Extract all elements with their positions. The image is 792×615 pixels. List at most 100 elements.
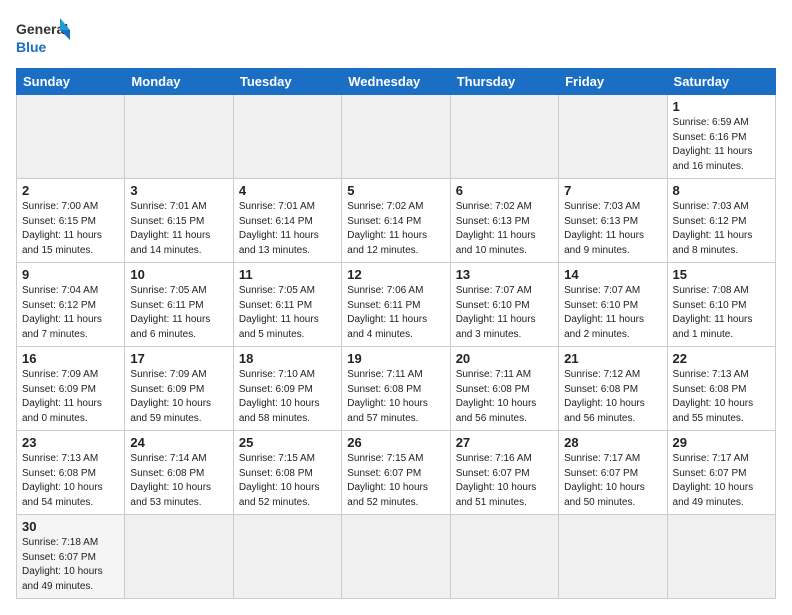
day-number: 1	[673, 99, 770, 114]
day-number: 26	[347, 435, 444, 450]
weekday-header-saturday: Saturday	[667, 69, 775, 95]
calendar-cell	[667, 515, 775, 599]
day-info: Sunrise: 7:02 AM Sunset: 6:13 PM Dayligh…	[456, 200, 553, 258]
weekday-header-monday: Monday	[125, 69, 233, 95]
day-info: Sunrise: 7:17 AM Sunset: 6:07 PM Dayligh…	[673, 452, 770, 510]
logo-svg: General Blue	[16, 16, 71, 58]
day-number: 24	[130, 435, 227, 450]
calendar-cell: 11Sunrise: 7:05 AM Sunset: 6:11 PM Dayli…	[233, 263, 341, 347]
calendar-cell: 25 Sunrise: 7:15 AM Sunset: 6:08 PM Dayli…	[233, 431, 341, 515]
calendar-cell: 10 Sunrise: 7:05 AM Sunset: 6:11 PM Dayli…	[125, 263, 233, 347]
day-info: Sunrise: 7:08 AM Sunset: 6:10 PM Dayligh…	[673, 284, 770, 342]
calendar-cell	[125, 515, 233, 599]
calendar-week-row-5: 30Sunrise: 7:18 AM Sunset: 6:07 PM Dayli…	[17, 515, 776, 599]
day-info: Sunrise: 6:59 AM Sunset: 6:16 PM Dayligh…	[673, 116, 770, 174]
calendar-cell: 3 Sunrise: 7:01 AM Sunset: 6:15 PM Daylig…	[125, 179, 233, 263]
calendar-cell: 13 Sunrise: 7:07 AM Sunset: 6:10 PM Dayli…	[450, 263, 558, 347]
day-number: 29	[673, 435, 770, 450]
day-info: Sunrise: 7:10 AM Sunset: 6:09 PM Dayligh…	[239, 368, 336, 426]
day-number: 4	[239, 183, 336, 198]
day-info: Sunrise: 7:03 AM Sunset: 6:13 PM Dayligh…	[564, 200, 661, 258]
day-info: Sunrise: 7:05 AM Sunset: 6:11 PM Dayligh…	[130, 284, 227, 342]
day-number: 21	[564, 351, 661, 366]
calendar-cell: 2Sunrise: 7:00 AM Sunset: 6:15 PM Daylig…	[17, 179, 125, 263]
day-number: 18	[239, 351, 336, 366]
page-header: General Blue	[16, 16, 776, 58]
calendar-cell	[17, 95, 125, 179]
day-number: 7	[564, 183, 661, 198]
calendar-cell	[559, 515, 667, 599]
day-number: 6	[456, 183, 553, 198]
calendar-cell: 15Sunrise: 7:08 AM Sunset: 6:10 PM Dayli…	[667, 263, 775, 347]
day-number: 17	[130, 351, 227, 366]
calendar-cell: 1 Sunrise: 6:59 AM Sunset: 6:16 PM Daylig…	[667, 95, 775, 179]
day-info: Sunrise: 7:02 AM Sunset: 6:14 PM Dayligh…	[347, 200, 444, 258]
day-info: Sunrise: 7:09 AM Sunset: 6:09 PM Dayligh…	[130, 368, 227, 426]
day-number: 28	[564, 435, 661, 450]
day-number: 3	[130, 183, 227, 198]
calendar-week-row-3: 16Sunrise: 7:09 AM Sunset: 6:09 PM Dayli…	[17, 347, 776, 431]
day-number: 22	[673, 351, 770, 366]
day-info: Sunrise: 7:11 AM Sunset: 6:08 PM Dayligh…	[456, 368, 553, 426]
day-number: 13	[456, 267, 553, 282]
weekday-header-wednesday: Wednesday	[342, 69, 450, 95]
day-number: 10	[130, 267, 227, 282]
day-info: Sunrise: 7:06 AM Sunset: 6:11 PM Dayligh…	[347, 284, 444, 342]
calendar-cell: 17 Sunrise: 7:09 AM Sunset: 6:09 PM Dayli…	[125, 347, 233, 431]
day-info: Sunrise: 7:14 AM Sunset: 6:08 PM Dayligh…	[130, 452, 227, 510]
weekday-header-tuesday: Tuesday	[233, 69, 341, 95]
calendar-cell: 21 Sunrise: 7:12 AM Sunset: 6:08 PM Dayli…	[559, 347, 667, 431]
day-number: 20	[456, 351, 553, 366]
calendar-cell	[342, 95, 450, 179]
calendar-week-row-2: 9 Sunrise: 7:04 AM Sunset: 6:12 PM Daylig…	[17, 263, 776, 347]
weekday-header-sunday: Sunday	[17, 69, 125, 95]
calendar-cell: 19Sunrise: 7:11 AM Sunset: 6:08 PM Dayli…	[342, 347, 450, 431]
calendar-cell	[450, 515, 558, 599]
calendar-cell	[233, 95, 341, 179]
day-info: Sunrise: 7:07 AM Sunset: 6:10 PM Dayligh…	[456, 284, 553, 342]
day-info: Sunrise: 7:12 AM Sunset: 6:08 PM Dayligh…	[564, 368, 661, 426]
calendar-cell: 20 Sunrise: 7:11 AM Sunset: 6:08 PM Dayli…	[450, 347, 558, 431]
day-info: Sunrise: 7:13 AM Sunset: 6:08 PM Dayligh…	[673, 368, 770, 426]
day-info: Sunrise: 7:15 AM Sunset: 6:08 PM Dayligh…	[239, 452, 336, 510]
day-info: Sunrise: 7:01 AM Sunset: 6:15 PM Dayligh…	[130, 200, 227, 258]
day-info: Sunrise: 7:09 AM Sunset: 6:09 PM Dayligh…	[22, 368, 119, 426]
calendar-cell: 16Sunrise: 7:09 AM Sunset: 6:09 PM Dayli…	[17, 347, 125, 431]
calendar-table: SundayMondayTuesdayWednesdayThursdayFrid…	[16, 68, 776, 599]
calendar-cell: 7 Sunrise: 7:03 AM Sunset: 6:13 PM Daylig…	[559, 179, 667, 263]
logo: General Blue	[16, 16, 71, 58]
calendar-week-row-1: 2Sunrise: 7:00 AM Sunset: 6:15 PM Daylig…	[17, 179, 776, 263]
calendar-cell: 22 Sunrise: 7:13 AM Sunset: 6:08 PM Dayli…	[667, 347, 775, 431]
calendar-week-row-0: 1 Sunrise: 6:59 AM Sunset: 6:16 PM Daylig…	[17, 95, 776, 179]
calendar-cell	[125, 95, 233, 179]
day-number: 2	[22, 183, 119, 198]
calendar-week-row-4: 23 Sunrise: 7:13 AM Sunset: 6:08 PM Dayli…	[17, 431, 776, 515]
day-info: Sunrise: 7:13 AM Sunset: 6:08 PM Dayligh…	[22, 452, 119, 510]
day-info: Sunrise: 7:04 AM Sunset: 6:12 PM Dayligh…	[22, 284, 119, 342]
calendar-cell: 28Sunrise: 7:17 AM Sunset: 6:07 PM Dayli…	[559, 431, 667, 515]
day-info: Sunrise: 7:18 AM Sunset: 6:07 PM Dayligh…	[22, 536, 119, 594]
calendar-cell: 9 Sunrise: 7:04 AM Sunset: 6:12 PM Daylig…	[17, 263, 125, 347]
day-info: Sunrise: 7:07 AM Sunset: 6:10 PM Dayligh…	[564, 284, 661, 342]
day-number: 25	[239, 435, 336, 450]
calendar-cell: 4 Sunrise: 7:01 AM Sunset: 6:14 PM Daylig…	[233, 179, 341, 263]
calendar-cell: 8Sunrise: 7:03 AM Sunset: 6:12 PM Daylig…	[667, 179, 775, 263]
calendar-cell: 12 Sunrise: 7:06 AM Sunset: 6:11 PM Dayli…	[342, 263, 450, 347]
day-number: 23	[22, 435, 119, 450]
calendar-cell: 26 Sunrise: 7:15 AM Sunset: 6:07 PM Dayli…	[342, 431, 450, 515]
calendar-cell: 6 Sunrise: 7:02 AM Sunset: 6:13 PM Daylig…	[450, 179, 558, 263]
day-number: 5	[347, 183, 444, 198]
calendar-cell: 5 Sunrise: 7:02 AM Sunset: 6:14 PM Daylig…	[342, 179, 450, 263]
weekday-header-friday: Friday	[559, 69, 667, 95]
day-info: Sunrise: 7:11 AM Sunset: 6:08 PM Dayligh…	[347, 368, 444, 426]
calendar-cell: 27Sunrise: 7:16 AM Sunset: 6:07 PM Dayli…	[450, 431, 558, 515]
day-number: 8	[673, 183, 770, 198]
weekday-header-thursday: Thursday	[450, 69, 558, 95]
day-info: Sunrise: 7:01 AM Sunset: 6:14 PM Dayligh…	[239, 200, 336, 258]
day-number: 14	[564, 267, 661, 282]
day-info: Sunrise: 7:15 AM Sunset: 6:07 PM Dayligh…	[347, 452, 444, 510]
day-info: Sunrise: 7:05 AM Sunset: 6:11 PM Dayligh…	[239, 284, 336, 342]
day-number: 12	[347, 267, 444, 282]
day-number: 9	[22, 267, 119, 282]
day-info: Sunrise: 7:16 AM Sunset: 6:07 PM Dayligh…	[456, 452, 553, 510]
